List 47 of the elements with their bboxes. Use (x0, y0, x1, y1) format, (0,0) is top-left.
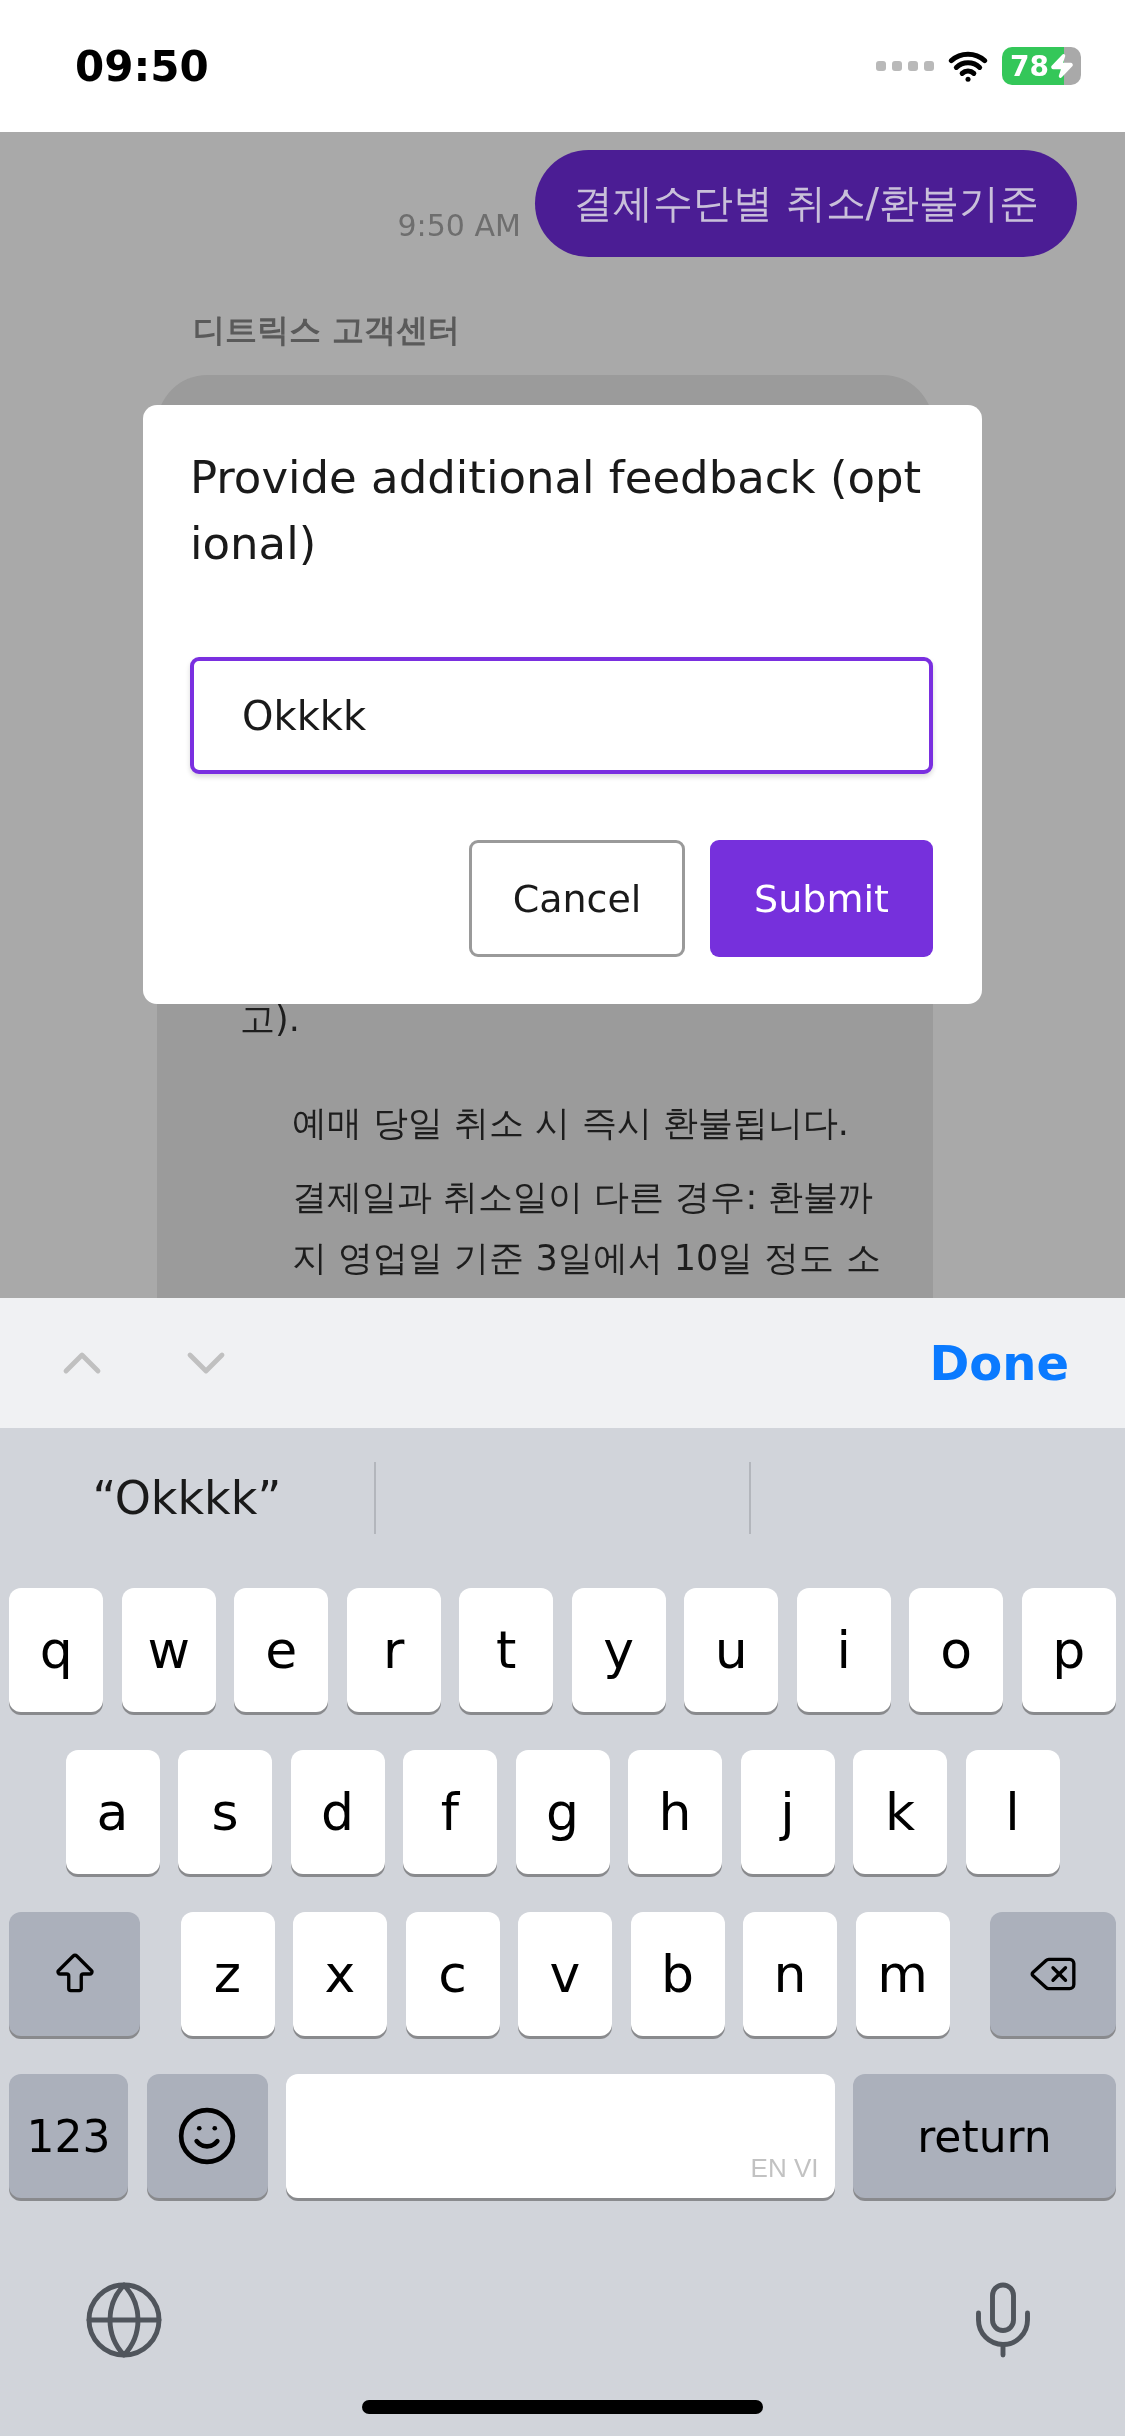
sender-name: 디트릭스 고객센터 (193, 310, 462, 351)
letter-key[interactable]: r (346, 1588, 441, 1712)
signal-icon (876, 61, 935, 71)
submit-button[interactable]: Submit (710, 840, 933, 957)
letter-key[interactable]: a (65, 1750, 160, 1874)
letter-key[interactable]: y (571, 1588, 666, 1712)
status-time: 09:50 (75, 41, 209, 91)
emoji-icon (176, 2105, 238, 2167)
cancel-button[interactable]: Cancel (469, 840, 685, 957)
feedback-input[interactable]: Okkkk (190, 657, 933, 774)
done-button[interactable]: Done (923, 1334, 1075, 1392)
dialog-title: Provide additional feedback (optional) (190, 450, 923, 572)
letter-key[interactable]: e (234, 1588, 329, 1712)
letter-key[interactable]: b (630, 1912, 725, 2036)
letter-key[interactable]: o (909, 1588, 1004, 1712)
letter-key[interactable]: j (740, 1750, 835, 1874)
letter-key[interactable]: t (459, 1588, 554, 1712)
letter-key[interactable]: k (853, 1750, 947, 1874)
letter-key[interactable]: p (1021, 1588, 1116, 1712)
letter-key[interactable]: i (796, 1588, 891, 1712)
message-bubble: 결제수단별 취소/환불기준 (534, 150, 1077, 257)
suggestion[interactable]: “Okkkk” (0, 1471, 374, 1525)
emoji-key[interactable] (146, 2074, 268, 2198)
letter-key[interactable]: s (178, 1750, 272, 1874)
letter-key[interactable]: u (684, 1588, 779, 1712)
letter-key[interactable]: z (180, 1912, 275, 2036)
letter-key[interactable]: d (290, 1750, 385, 1874)
delete-key[interactable] (990, 1912, 1116, 2036)
return-key[interactable]: return (853, 2074, 1116, 2198)
message-text: 고). (240, 998, 301, 1041)
shift-key[interactable] (9, 1912, 140, 2036)
letter-key[interactable]: l (965, 1750, 1060, 1874)
letter-key[interactable]: n (743, 1912, 837, 2036)
letter-key[interactable]: c (405, 1912, 500, 2036)
letter-key[interactable]: w (121, 1588, 216, 1712)
message-text: 예매 당일 취소 시 즉시 환불됩니다. (292, 1102, 850, 1145)
numbers-key[interactable]: 123 (9, 2074, 128, 2198)
letter-key[interactable]: v (518, 1912, 612, 2036)
message-time: 9:50 AM (397, 208, 521, 243)
letter-key[interactable]: g (515, 1750, 610, 1874)
letter-key[interactable]: x (293, 1912, 387, 2036)
letter-key[interactable]: h (628, 1750, 722, 1874)
letter-key[interactable]: m (855, 1912, 950, 2036)
battery-level: 78 (1010, 49, 1049, 83)
letter-key[interactable]: q (9, 1588, 104, 1712)
letter-key[interactable]: f (403, 1750, 497, 1874)
message-text: 결제일과 취소일이 다른 경우: 환불까지 영업일 기준 3일에서 10일 정도 소 (292, 1176, 882, 1280)
